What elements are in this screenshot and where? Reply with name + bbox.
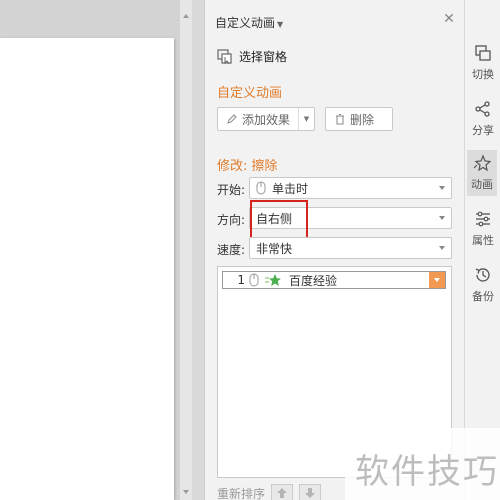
modify-title: 修改: 擦除 bbox=[217, 159, 278, 174]
delete-button[interactable]: 删除 bbox=[325, 107, 393, 131]
sidebar-item-label: 动画 bbox=[471, 178, 493, 191]
sidebar-item-backup[interactable]: 备份 bbox=[465, 262, 500, 308]
list-item[interactable]: 1 百度经验 bbox=[222, 271, 446, 289]
mouse-icon bbox=[256, 181, 266, 195]
animation-name: 百度经验 bbox=[289, 273, 338, 288]
vertical-scrollbar[interactable] bbox=[180, 0, 192, 500]
sidebar-item-label: 备份 bbox=[472, 290, 494, 303]
close-icon[interactable]: ✕ bbox=[442, 12, 456, 26]
watermark: 软件技巧 bbox=[345, 428, 500, 500]
sidebar-item-switch[interactable]: 切换 bbox=[465, 40, 500, 86]
panel-title: 自定义动画 bbox=[215, 16, 276, 30]
right-sidebar: 切换 分享 动画 属性 备份 bbox=[464, 0, 500, 500]
mouse-icon bbox=[249, 273, 259, 287]
chevron-down-icon[interactable] bbox=[429, 272, 445, 288]
arrow-up-icon bbox=[277, 488, 288, 498]
select-pane-label: 选择窗格 bbox=[239, 50, 288, 64]
move-up-button[interactable] bbox=[271, 484, 294, 500]
sidebar-item-animation[interactable]: 动画 bbox=[467, 150, 497, 196]
start-label: 开始: bbox=[217, 183, 246, 197]
reorder-label: 重新排序 bbox=[217, 486, 266, 500]
section-title: 自定义动画 bbox=[217, 86, 283, 101]
scroll-up-icon[interactable] bbox=[183, 14, 189, 18]
share-icon bbox=[475, 101, 490, 117]
sidebar-item-share[interactable]: 分享 bbox=[465, 96, 500, 142]
direction-label: 方向: bbox=[217, 213, 246, 227]
add-effect-label: 添加效果 bbox=[242, 112, 291, 127]
highlight-annotation bbox=[250, 200, 308, 242]
delete-label: 删除 bbox=[350, 112, 375, 127]
reorder-controls: 重新排序 bbox=[217, 484, 322, 500]
star-effect-icon bbox=[265, 274, 281, 286]
select-pane-button[interactable]: 选择窗格 bbox=[217, 48, 287, 65]
speed-value: 非常快 bbox=[256, 241, 293, 256]
move-down-button[interactable] bbox=[299, 484, 322, 500]
slide-canvas-area bbox=[0, 0, 192, 500]
slide-page[interactable] bbox=[0, 38, 174, 500]
add-effect-button[interactable]: 添加效果 ▼ bbox=[217, 107, 315, 131]
chevron-down-icon: ▼ bbox=[277, 20, 284, 29]
speed-label: 速度: bbox=[217, 243, 246, 257]
animation-index: 1 bbox=[237, 273, 245, 287]
sidebar-item-label: 分享 bbox=[472, 124, 494, 137]
start-value: 单击时 bbox=[272, 181, 309, 196]
chevron-down-icon bbox=[439, 216, 445, 220]
chevron-down-icon[interactable]: ▼ bbox=[298, 108, 314, 130]
custom-animation-panel: 自定义动画 ▼ ✕ 选择窗格 自定义动画 添加效果 ▼ 删除 修改: 擦除 开始: bbox=[204, 0, 464, 500]
select-pane-icon bbox=[217, 48, 232, 64]
scroll-down-icon[interactable] bbox=[183, 490, 189, 494]
pencil-icon bbox=[227, 114, 237, 124]
animation-icon bbox=[473, 154, 491, 172]
chevron-down-icon bbox=[439, 186, 445, 190]
start-select[interactable]: 单击时 bbox=[249, 177, 452, 199]
properties-icon bbox=[476, 211, 490, 227]
trash-icon bbox=[336, 114, 344, 125]
sidebar-item-label: 属性 bbox=[472, 234, 494, 247]
switch-icon bbox=[475, 45, 491, 61]
panel-title-dropdown[interactable]: 自定义动画 ▼ bbox=[215, 14, 283, 31]
watermark-text: 软件技巧 bbox=[355, 452, 499, 492]
arrow-down-icon bbox=[305, 488, 316, 498]
speed-select[interactable]: 非常快 bbox=[249, 237, 452, 259]
sidebar-item-properties[interactable]: 属性 bbox=[465, 206, 500, 252]
sidebar-item-label: 切换 bbox=[472, 68, 494, 81]
backup-icon bbox=[475, 268, 490, 282]
chevron-down-icon bbox=[439, 246, 445, 250]
